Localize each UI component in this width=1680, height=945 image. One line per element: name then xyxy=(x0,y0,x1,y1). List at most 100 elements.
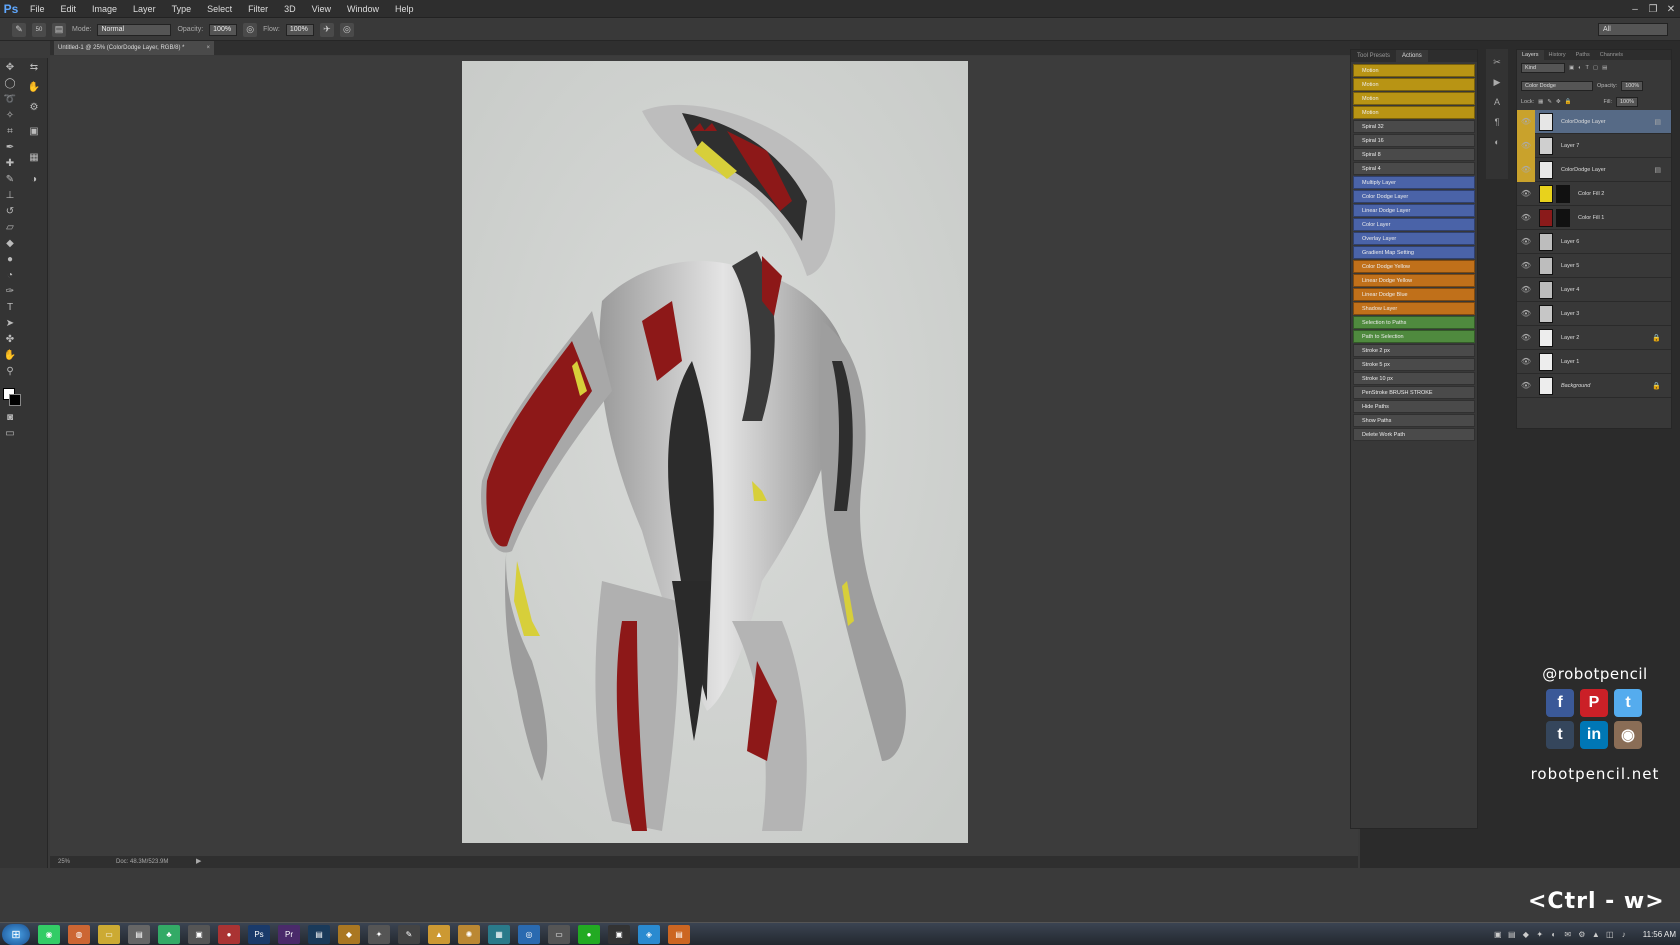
pinterest-icon[interactable]: P xyxy=(1580,689,1608,717)
layer-thumbnail[interactable] xyxy=(1539,184,1553,203)
action-button[interactable]: Spiral 32 xyxy=(1353,120,1475,133)
action-button[interactable]: Shadow Layer xyxy=(1353,302,1475,315)
layer-visibility-eye-icon[interactable]: 👁 xyxy=(1517,133,1535,158)
layer-visibility-eye-icon[interactable]: 👁 xyxy=(1517,278,1535,302)
photoshop-taskbar-icon[interactable]: Ps xyxy=(248,925,270,944)
tab-paths[interactable]: Paths xyxy=(1571,50,1595,60)
lock-transparent-icon[interactable]: ▦ xyxy=(1538,96,1543,108)
layer-thumbnail[interactable] xyxy=(1539,136,1553,155)
layer-row[interactable]: 👁 Layer 7 xyxy=(1517,133,1671,158)
app-icon[interactable]: ▲ xyxy=(428,925,450,944)
action-button[interactable]: Motion xyxy=(1353,78,1475,91)
action-button[interactable]: Multiply Layer xyxy=(1353,176,1475,189)
app-icon[interactable]: ▭ xyxy=(548,925,570,944)
action-button[interactable]: Gradient Map Setting xyxy=(1353,246,1475,259)
lock-position-icon[interactable]: ✥ xyxy=(1556,96,1561,108)
tab-tool-presets[interactable]: Tool Presets xyxy=(1351,50,1396,62)
chrome-icon[interactable]: ◉ xyxy=(38,925,60,944)
layer-visibility-eye-icon[interactable]: 👁 xyxy=(1517,182,1535,206)
layer-row[interactable]: 👁 Layer 2 🔒 xyxy=(1517,326,1671,350)
layer-visibility-eye-icon[interactable]: 👁 xyxy=(1517,302,1535,326)
app-icon[interactable]: ◈ xyxy=(638,925,660,944)
app-icon[interactable]: ✺ xyxy=(458,925,480,944)
menu-window[interactable]: Window xyxy=(339,0,387,18)
firefox-icon[interactable]: ◍ xyxy=(68,925,90,944)
layer-thumbnail[interactable] xyxy=(1539,280,1553,299)
lock-all-icon[interactable]: 🔒 xyxy=(1565,96,1572,108)
history-brush-tool-icon[interactable]: ↺ xyxy=(2,204,18,218)
layer-thumbnail[interactable] xyxy=(1539,376,1553,395)
adjust-icon[interactable]: ⚙ xyxy=(26,100,42,114)
tray-icon[interactable]: ✦ xyxy=(1535,930,1545,940)
blend-mode-dropdown[interactable]: Color Dodge xyxy=(1521,81,1593,91)
action-button[interactable]: Show Paths xyxy=(1353,414,1475,427)
app-icon[interactable]: ▣ xyxy=(608,925,630,944)
artwork-canvas[interactable] xyxy=(462,61,968,843)
move-tool-icon[interactable]: ✥ xyxy=(2,60,18,74)
app-icon[interactable]: ▤ xyxy=(308,925,330,944)
shape-tool-icon[interactable]: ✤ xyxy=(2,332,18,346)
tumblr-icon[interactable]: t xyxy=(1546,721,1574,749)
mixer-icon[interactable]: ◑ xyxy=(26,172,42,186)
layer-thumbnail[interactable] xyxy=(1539,328,1553,347)
layer-row[interactable]: 👁 Layer 5 xyxy=(1517,254,1671,278)
hand-tool-icon[interactable]: ✋ xyxy=(2,348,18,362)
menu-layer[interactable]: Layer xyxy=(125,0,164,18)
airbrush-icon[interactable]: ✈ xyxy=(319,22,334,37)
brush-panel-toggle-icon[interactable]: ▤ xyxy=(52,22,66,37)
app-icon[interactable]: ▣ xyxy=(188,925,210,944)
filter-smart-icon[interactable]: ▤ xyxy=(1602,62,1607,74)
filter-adjust-icon[interactable]: ◐ xyxy=(1578,62,1581,74)
quick-select-tool-icon[interactable]: ✧ xyxy=(2,108,18,122)
pen-tool-icon[interactable]: ✑ xyxy=(2,284,18,298)
opacity-field[interactable]: 100% xyxy=(209,23,238,36)
tray-icon[interactable]: ◐ xyxy=(1549,930,1559,940)
lasso-tool-icon[interactable]: ➰ xyxy=(2,92,18,106)
path-selection-tool-icon[interactable]: ➤ xyxy=(2,316,18,330)
action-button[interactable]: Color Dodge Yellow xyxy=(1353,260,1475,273)
eraser-tool-icon[interactable]: ▱ xyxy=(2,220,18,234)
minimize-icon[interactable]: – xyxy=(1626,0,1644,18)
spotify-icon[interactable]: ● xyxy=(578,925,600,944)
start-button[interactable]: ⊞ xyxy=(2,924,30,945)
twitter-icon[interactable]: t xyxy=(1614,689,1642,717)
marquee-tool-icon[interactable]: ◯ xyxy=(2,76,18,90)
brush-presets-icon[interactable]: ✂ xyxy=(1490,55,1504,69)
tray-icon[interactable]: ▤ xyxy=(1507,930,1517,940)
quick-mask-icon[interactable]: ◙ xyxy=(2,410,18,424)
action-button[interactable]: PenStroke BRUSH STROKE xyxy=(1353,386,1475,399)
layer-thumbnail[interactable] xyxy=(1539,232,1553,251)
zoom-level[interactable]: 25% xyxy=(58,856,70,868)
pressure-opacity-icon[interactable]: ◎ xyxy=(243,22,258,37)
layer-row[interactable]: 👁 Layer 3 xyxy=(1517,302,1671,326)
document-tab[interactable]: Untitled-1 @ 25% (ColorDodge Layer, RGB/… xyxy=(54,41,214,55)
action-button[interactable]: Stroke 5 px xyxy=(1353,358,1475,371)
app-icon[interactable]: ◎ xyxy=(518,925,540,944)
hand-icon[interactable]: ✋ xyxy=(26,80,42,94)
layer-visibility-eye-icon[interactable]: 👁 xyxy=(1517,206,1535,230)
crop-tool-icon[interactable]: ⌗ xyxy=(2,124,18,138)
paragraph-icon[interactable]: ¶ xyxy=(1490,115,1504,129)
tray-icon[interactable]: ✉ xyxy=(1563,930,1573,940)
action-button[interactable]: Linear Dodge Layer xyxy=(1353,204,1475,217)
facebook-icon[interactable]: f xyxy=(1546,689,1574,717)
play-action-icon[interactable]: ▶ xyxy=(1490,75,1504,89)
close-tab-icon[interactable]: × xyxy=(206,41,210,55)
action-button[interactable]: Spiral 8 xyxy=(1353,148,1475,161)
layer-row[interactable]: 👁 Background 🔒 xyxy=(1517,374,1671,398)
workspace-dropdown[interactable]: All xyxy=(1598,23,1668,36)
app-icon[interactable]: ● xyxy=(218,925,240,944)
layer-thumbnail[interactable] xyxy=(1539,256,1553,275)
paint-bucket-tool-icon[interactable]: ◆ xyxy=(2,236,18,250)
layer-opacity-field[interactable]: 100% xyxy=(1621,81,1644,91)
layer-row[interactable]: 👁 Layer 6 xyxy=(1517,230,1671,254)
app-icon[interactable]: ▦ xyxy=(488,925,510,944)
layer-visibility-eye-icon[interactable]: 👁 xyxy=(1517,350,1535,374)
layer-visibility-eye-icon[interactable]: 👁 xyxy=(1517,374,1535,398)
layer-row[interactable]: 👁 Layer 4 xyxy=(1517,278,1671,302)
layer-kind-filter[interactable]: Kind xyxy=(1521,63,1565,73)
zoom-tool-icon[interactable]: ⚲ xyxy=(2,364,18,378)
layer-thumbnail[interactable] xyxy=(1539,160,1553,179)
filter-shape-icon[interactable]: ▢ xyxy=(1593,62,1598,74)
lock-pixels-icon[interactable]: ✎ xyxy=(1547,96,1552,108)
